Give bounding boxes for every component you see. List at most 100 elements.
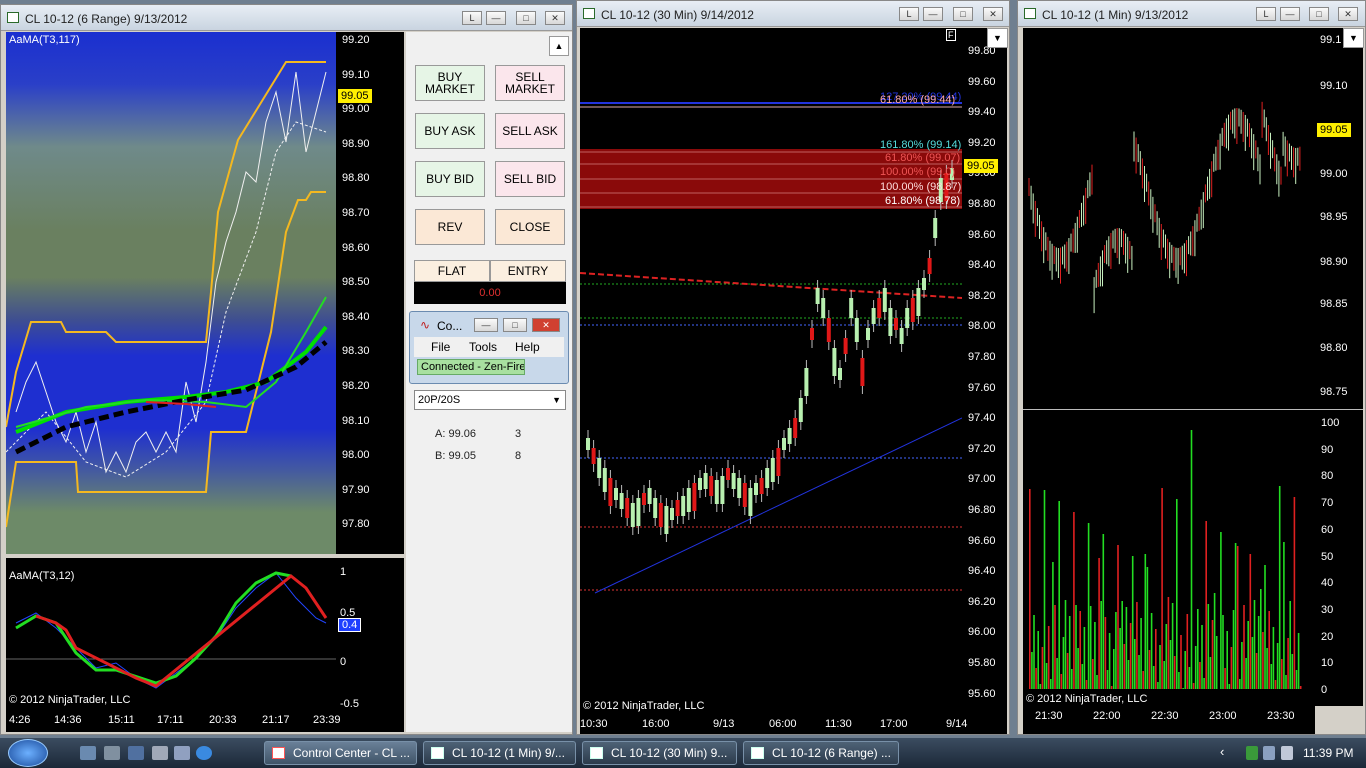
- price-tick: 98.60: [342, 241, 370, 254]
- volume-chart[interactable]: © 2012 NinjaTrader, LLC: [1023, 410, 1315, 706]
- volume-tick: 50: [1321, 550, 1334, 563]
- volume-bar: [1079, 611, 1081, 689]
- price-tick: 99.10: [342, 68, 370, 81]
- volume-bar: [1295, 670, 1298, 689]
- task-control-center[interactable]: Control Center - CL ...: [264, 741, 417, 765]
- close-button[interactable]: ✕: [1338, 7, 1358, 21]
- switch-windows-icon[interactable]: [104, 746, 120, 760]
- tray-network-icon[interactable]: [1263, 746, 1275, 760]
- candle: [692, 483, 697, 511]
- candle: [910, 298, 915, 322]
- price-axis[interactable]: 99.1 99.10 99.05 99.00 98.95 98.90 98.85 98.80 9…: [1315, 28, 1363, 409]
- position-entry: ENTRY: [490, 260, 566, 282]
- sell-bid-button[interactable]: SELL BID: [495, 161, 565, 197]
- collapse-arrow-icon[interactable]: ▲: [549, 36, 569, 56]
- task-6range[interactable]: CL 10-12 (6 Range) ...: [743, 741, 899, 765]
- volume-bar: [1173, 656, 1176, 689]
- osc-axis[interactable]: 1 0.5 0 -0.5 0.4: [336, 558, 404, 710]
- link-button[interactable]: L: [462, 11, 482, 25]
- clock[interactable]: 11:39 PM: [1303, 746, 1353, 760]
- chart-icon: [431, 747, 444, 759]
- candle: [731, 473, 736, 489]
- minimize-button[interactable]: —: [1280, 7, 1300, 21]
- menu-file[interactable]: File: [431, 340, 450, 354]
- sell-market-button[interactable]: SELL MARKET: [495, 65, 565, 101]
- volume-bar: [1222, 615, 1224, 689]
- candle: [602, 468, 607, 492]
- network-icon[interactable]: [128, 746, 144, 760]
- internet-explorer-icon[interactable]: [196, 746, 212, 760]
- fib-level-label: 61.80% (98.78): [885, 195, 961, 207]
- 1min-price-chart[interactable]: [1023, 28, 1315, 409]
- chart-icon: [590, 747, 603, 759]
- chart-menu-dropdown-icon[interactable]: ▼: [987, 28, 1008, 48]
- menu-help[interactable]: Help: [515, 340, 540, 354]
- buy-market-button[interactable]: BUY MARKET: [415, 65, 485, 101]
- app-icon[interactable]: [174, 746, 190, 760]
- buy-bid-button[interactable]: BUY BID: [415, 161, 485, 197]
- candle: [636, 498, 641, 526]
- link-button[interactable]: L: [1256, 7, 1276, 21]
- link-button[interactable]: L: [899, 7, 919, 21]
- volume-bar: [1056, 658, 1058, 689]
- volume-bar: [1075, 605, 1077, 689]
- volume-bar: [1058, 501, 1060, 689]
- close-button[interactable]: ✕: [983, 7, 1003, 21]
- range-price-chart[interactable]: AaMA(T3,117): [6, 32, 336, 554]
- strategy-select[interactable]: 20P/20S ▼: [414, 390, 566, 410]
- volume-bar: [1245, 658, 1247, 689]
- price-tick: 98.50: [342, 276, 370, 289]
- green-ma-2: [15, 296, 327, 428]
- maximize-button[interactable]: □: [1309, 7, 1329, 21]
- volume-bar: [1186, 614, 1189, 689]
- time-axis[interactable]: 4:26 14:36 15:11 17:11 20:33 21:17 23:39: [6, 710, 404, 732]
- chart-menu-dropdown-icon[interactable]: ▼: [1343, 28, 1364, 48]
- strategy-select-value: 20P/20S: [418, 394, 461, 406]
- volume-bar: [1140, 618, 1142, 689]
- 30min-price-chart[interactable]: F © 2012 NinjaTrader, LLC 127.20% (99.44…: [580, 28, 962, 714]
- task-30min[interactable]: CL 10-12 (30 Min) 9...: [582, 741, 737, 765]
- close-button[interactable]: ✕: [545, 11, 565, 25]
- task-1min[interactable]: CL 10-12 (1 Min) 9/...: [423, 741, 576, 765]
- time-axis[interactable]: 10:30 16:00 9/13 06:00 11:30 17:00 9/14: [580, 714, 1007, 734]
- price-axis[interactable]: 99.80 99.60 99.40 99.20 99.00 98.80 98.60 98.40…: [962, 28, 1007, 714]
- maximize-button[interactable]: □: [953, 7, 973, 21]
- window-titlebar[interactable]: CL 10-12 (1 Min) 9/13/2012 L — □ ✕: [1018, 1, 1365, 27]
- candle: [625, 498, 630, 518]
- price-tick: 98.60: [968, 228, 996, 241]
- window-titlebar[interactable]: CL 10-12 (30 Min) 9/14/2012 L — □ ✕: [577, 1, 1009, 27]
- time-tick: 14:36: [54, 714, 82, 726]
- time-tick: 9/14: [946, 718, 968, 730]
- buy-ask-button[interactable]: BUY ASK: [415, 113, 485, 149]
- close-position-button[interactable]: CLOSE: [495, 209, 565, 245]
- minimize-button[interactable]: —: [486, 11, 506, 25]
- indicator-label-top: AaMA(T3,117): [9, 34, 80, 46]
- candle: [933, 218, 938, 238]
- candle: [642, 493, 646, 505]
- calculator-icon[interactable]: [152, 746, 168, 760]
- start-button[interactable]: [8, 739, 48, 767]
- volume-bar: [1192, 683, 1195, 689]
- volume-icon[interactable]: [1281, 746, 1293, 760]
- show-desktop-icon[interactable]: [80, 746, 96, 760]
- oscillator-chart[interactable]: AaMA(T3,12) © 2012 NinjaTrader, LLC: [6, 558, 336, 710]
- menu-tools[interactable]: Tools: [469, 340, 497, 354]
- time-axis[interactable]: 21:30 22:00 22:30 23:00 23:30: [1023, 706, 1315, 734]
- candle: [597, 458, 602, 478]
- tray-app-icon[interactable]: [1246, 746, 1258, 760]
- price-axis[interactable]: 99.20 99.10 99.00 98.90 98.80 98.70 98.60 98.50…: [336, 32, 404, 554]
- cc-minimize-button[interactable]: —: [474, 318, 498, 332]
- reverse-button[interactable]: REV: [415, 209, 485, 245]
- volume-bar: [1228, 684, 1231, 689]
- cc-maximize-button[interactable]: □: [503, 318, 527, 332]
- maximize-button[interactable]: □: [516, 11, 536, 25]
- window-titlebar[interactable]: CL 10-12 (6 Range) 9/13/2012 L — □ ✕: [1, 5, 572, 31]
- sell-ask-button[interactable]: SELL ASK: [495, 113, 565, 149]
- volume-axis[interactable]: 100 90 80 70 60 50 40 30 20 10 0: [1315, 410, 1363, 706]
- cc-close-button[interactable]: ✕: [532, 318, 560, 332]
- volume-bar: [1152, 666, 1155, 689]
- minimize-button[interactable]: —: [923, 7, 943, 21]
- pnl-value: 0.00: [414, 282, 566, 304]
- price-tick: 98.70: [342, 207, 370, 219]
- tray-expand-icon[interactable]: ‹: [1220, 744, 1224, 759]
